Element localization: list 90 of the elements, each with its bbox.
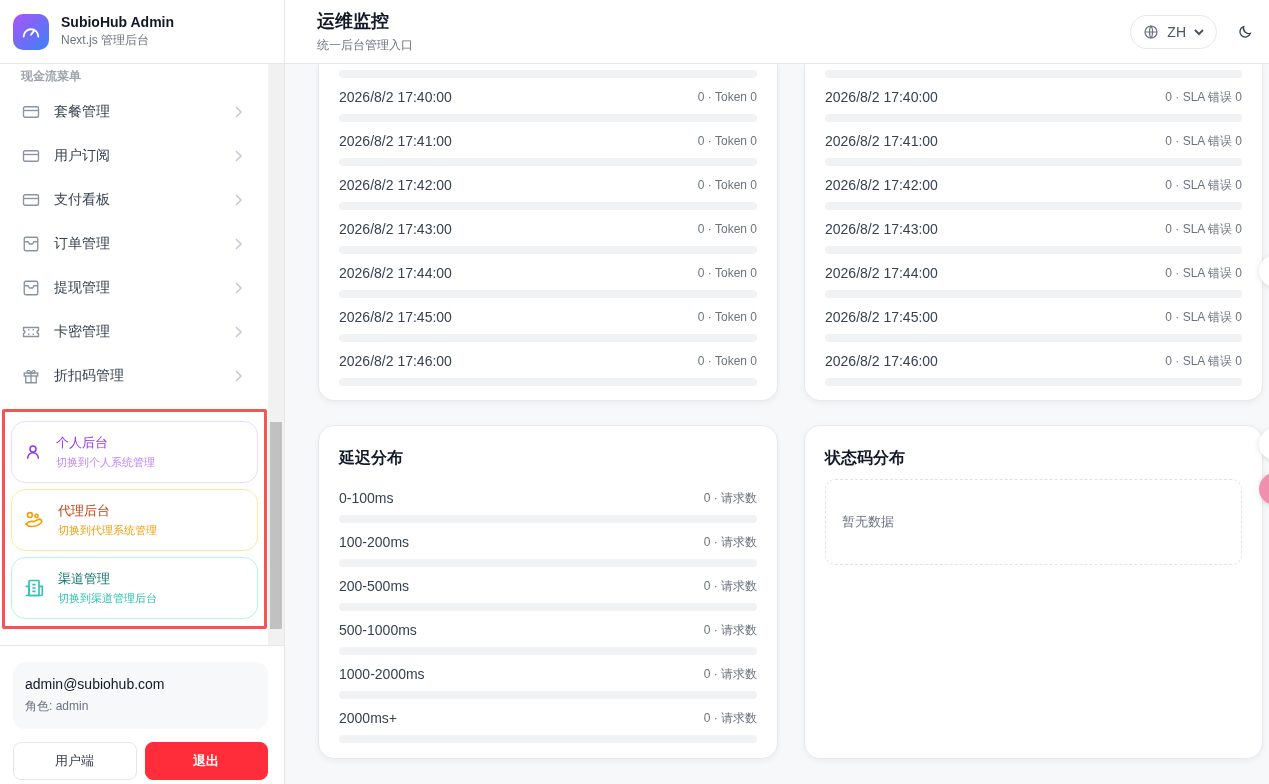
token-stats: 0 · Token 0 bbox=[697, 266, 757, 280]
nav-item[interactable]: 提现管理 bbox=[0, 266, 268, 310]
logo-icon bbox=[13, 13, 49, 50]
request-stats: 0 · 请求数 bbox=[703, 489, 757, 507]
token-stats: 0 · Token 0 bbox=[697, 354, 757, 368]
sla-stats: 0 · SLA 错误 0 bbox=[1165, 220, 1242, 238]
nav-item[interactable]: 支付看板 bbox=[0, 178, 268, 222]
request-stats: 0 · 请求数 bbox=[703, 621, 757, 639]
card-icon bbox=[22, 103, 40, 121]
token-stats: 0 · Token 0 bbox=[697, 134, 757, 148]
panel-title: 状态码分布 bbox=[825, 448, 906, 468]
timestamp: 2026/8/2 17:45:00 bbox=[339, 309, 452, 325]
nav-item[interactable]: 套餐管理 bbox=[0, 90, 268, 134]
chevron-right-icon bbox=[234, 370, 242, 382]
token-stats: 0 · Token 0 bbox=[697, 310, 757, 324]
nav-item[interactable]: 折扣码管理 bbox=[0, 354, 268, 398]
timestamp: 2026/8/2 17:42:00 bbox=[339, 177, 452, 193]
sla-stats: 0 · SLA 错误 0 bbox=[1165, 176, 1242, 194]
timestamp: 2026/8/2 17:46:00 bbox=[339, 353, 452, 369]
request-stats: 0 · 请求数 bbox=[703, 665, 757, 683]
user-portal-button[interactable]: 用户端 bbox=[13, 742, 137, 780]
switch-subtitle: 切换到个人系统管理 bbox=[56, 455, 155, 470]
chevron-right-icon bbox=[234, 326, 242, 338]
user-role: 角色: admin bbox=[25, 698, 90, 715]
latency-range: 200-500ms bbox=[339, 578, 410, 594]
chevron-right-icon bbox=[234, 106, 242, 118]
switch-subtitle: 切换到代理系统管理 bbox=[58, 523, 157, 538]
timestamp: 2026/8/2 17:40:00 bbox=[825, 89, 938, 105]
latency-range: 1000-2000ms bbox=[339, 666, 425, 682]
user-icon bbox=[24, 443, 42, 461]
section-label: 现金流菜单 bbox=[19, 68, 82, 85]
chevron-down-icon bbox=[1194, 27, 1204, 36]
sla-stats: 0 · SLA 错误 0 bbox=[1165, 88, 1242, 106]
chevron-right-icon bbox=[234, 238, 242, 250]
panel-title: 延迟分布 bbox=[339, 448, 404, 468]
request-stats: 0 · 请求数 bbox=[703, 577, 757, 595]
request-stats: 0 · 请求数 bbox=[703, 533, 757, 551]
empty-state: 暂无数据 bbox=[825, 479, 1242, 565]
token-stats: 0 · Token 0 bbox=[697, 222, 757, 236]
latency-range: 0-100ms bbox=[339, 490, 394, 506]
sla-stats: 0 · SLA 错误 0 bbox=[1165, 352, 1242, 370]
token-stats: 0 · Token 0 bbox=[697, 178, 757, 192]
switch-title: 渠道管理 bbox=[58, 570, 111, 588]
latency-range: 2000ms+ bbox=[339, 710, 397, 726]
timestamp: 2026/8/2 17:44:00 bbox=[825, 265, 938, 281]
switch-card[interactable]: 渠道管理 切换到渠道管理后台 bbox=[11, 557, 258, 619]
switch-title: 代理后台 bbox=[58, 502, 111, 520]
timestamp: 2026/8/2 17:45:00 bbox=[825, 309, 938, 325]
card-icon bbox=[22, 191, 40, 209]
sla-stats: 0 · SLA 错误 0 bbox=[1165, 264, 1242, 282]
scrollbar[interactable] bbox=[268, 64, 284, 645]
gift-icon bbox=[22, 367, 40, 385]
timestamp: 2026/8/2 17:43:00 bbox=[825, 221, 938, 237]
timestamp: 2026/8/2 17:40:00 bbox=[339, 89, 452, 105]
handshake-icon bbox=[24, 511, 44, 529]
timestamp: 2026/8/2 17:44:00 bbox=[339, 265, 452, 281]
page-subtitle: 统一后台管理入口 bbox=[317, 37, 413, 54]
timestamp: 2026/8/2 17:42:00 bbox=[825, 177, 938, 193]
latency-range: 100-200ms bbox=[339, 534, 410, 550]
nav-item[interactable]: 订单管理 bbox=[0, 222, 268, 266]
card-icon bbox=[22, 147, 40, 165]
nav-item[interactable]: 用户订阅 bbox=[0, 134, 268, 178]
inbox-icon bbox=[22, 279, 40, 297]
token-stats: 0 · Token 0 bbox=[697, 90, 757, 104]
nav-item[interactable]: 卡密管理 bbox=[0, 310, 268, 354]
chevron-right-icon bbox=[234, 150, 242, 162]
sla-stats: 0 · SLA 错误 0 bbox=[1165, 308, 1242, 326]
globe-icon bbox=[1143, 23, 1160, 40]
language-button[interactable]: ZH bbox=[1130, 14, 1217, 49]
timestamp: 2026/8/2 17:46:00 bbox=[825, 353, 938, 369]
switch-card[interactable]: 代理后台 切换到代理系统管理 bbox=[11, 489, 258, 551]
moon-icon[interactable] bbox=[1237, 23, 1253, 40]
switch-title: 个人后台 bbox=[56, 434, 109, 452]
latency-range: 500-1000ms bbox=[339, 622, 417, 638]
user-email: admin@subiohub.com bbox=[25, 676, 166, 692]
chevron-right-icon bbox=[234, 282, 242, 294]
switch-subtitle: 切换到渠道管理后台 bbox=[58, 591, 157, 606]
request-stats: 0 · 请求数 bbox=[703, 709, 757, 727]
inbox-icon bbox=[22, 235, 40, 253]
timestamp: 2026/8/2 17:41:00 bbox=[825, 133, 938, 149]
chevron-right-icon bbox=[234, 194, 242, 206]
timestamp: 2026/8/2 17:41:00 bbox=[339, 133, 452, 149]
app-subtitle: Next.js 管理后台 bbox=[61, 32, 150, 49]
page-title: 运维监控 bbox=[317, 10, 390, 33]
building-icon bbox=[24, 578, 44, 598]
timestamp: 2026/8/2 17:43:00 bbox=[339, 221, 452, 237]
sla-stats: 0 · SLA 错误 0 bbox=[1165, 132, 1242, 150]
switch-card[interactable]: 个人后台 切换到个人系统管理 bbox=[11, 421, 258, 483]
app-title: SubioHub Admin bbox=[61, 14, 175, 30]
logout-button[interactable]: 退出 bbox=[144, 742, 268, 780]
